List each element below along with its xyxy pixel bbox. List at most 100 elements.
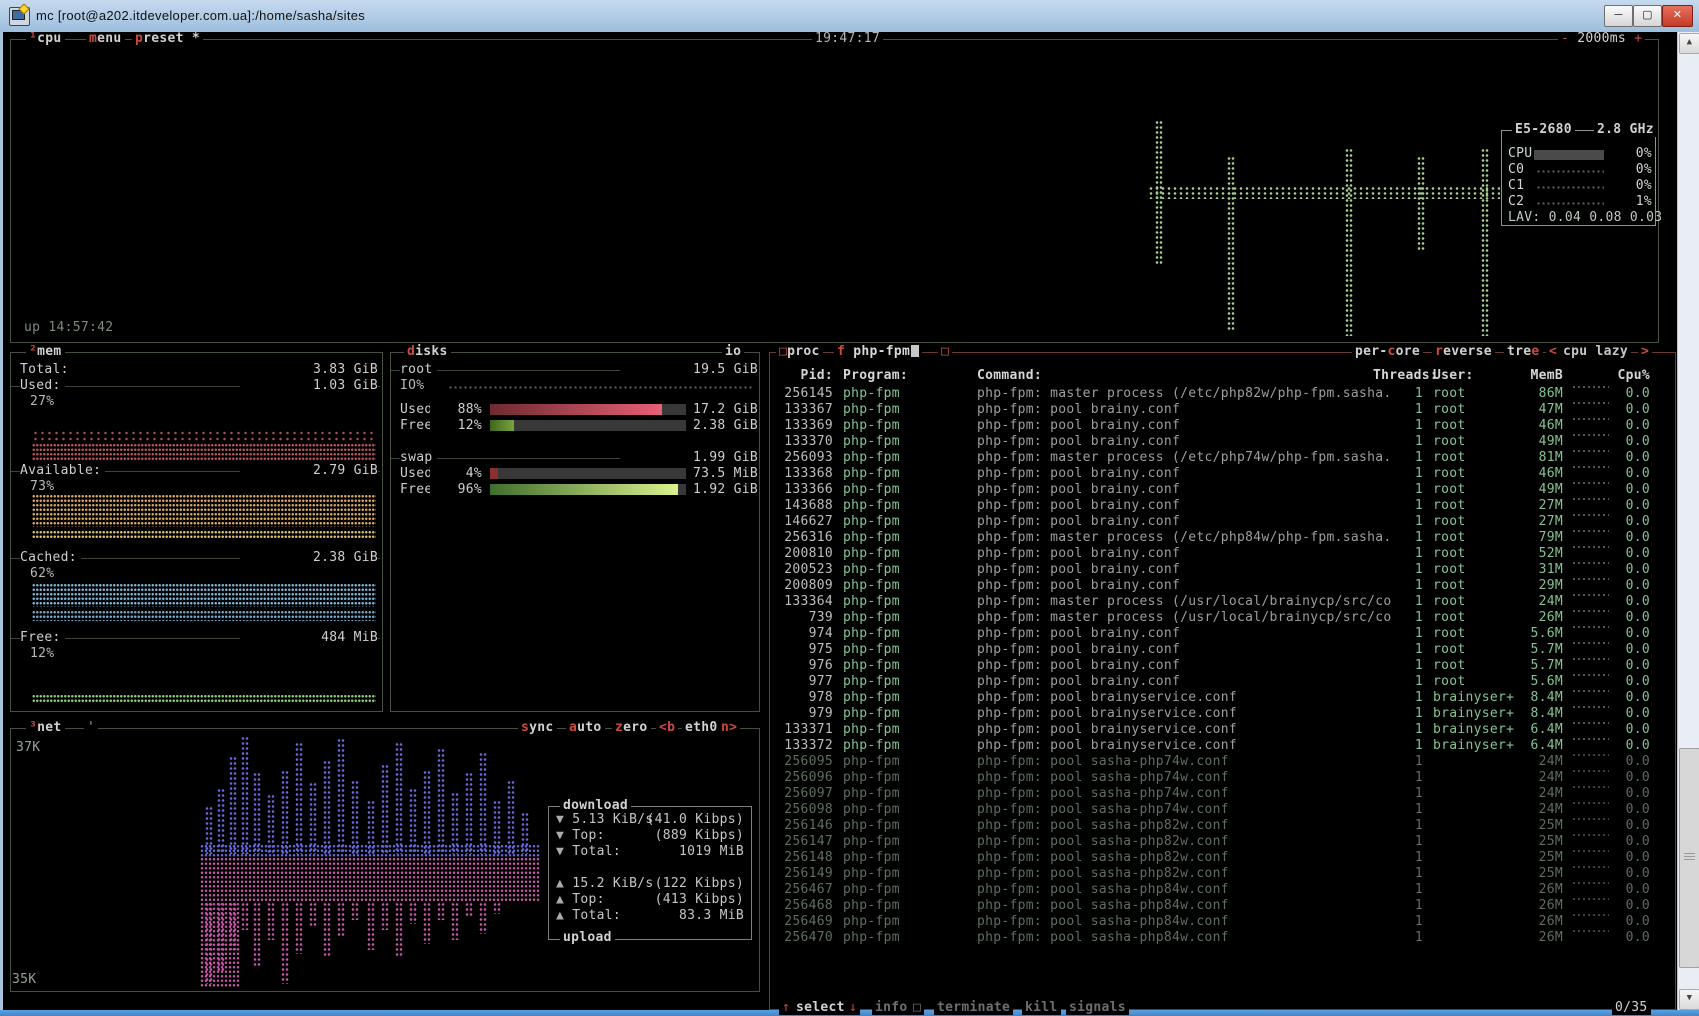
- process-row[interactable]: 133372php-fpmphp-fpm: pool brainyservice…: [781, 738, 1666, 754]
- proc-box-toggle[interactable]: □proc: [776, 345, 823, 359]
- cpu-mini-graph: [1573, 770, 1609, 772]
- process-row[interactable]: 256469php-fpmphp-fpm: pool sasha-php84w.…: [781, 914, 1666, 930]
- mem-cached-row: Cached:: [20, 550, 81, 566]
- process-row[interactable]: 200810php-fpmphp-fpm: pool brainy.conf1r…: [781, 546, 1666, 562]
- cell-cpu: 0.0: [1610, 674, 1650, 690]
- select-up-arrow[interactable]: ↑: [779, 1001, 793, 1015]
- scroll-down-button[interactable]: ▼: [1679, 989, 1699, 1010]
- process-row[interactable]: 256147php-fpmphp-fpm: pool sasha-php82w.…: [781, 834, 1666, 850]
- column-memb[interactable]: MemB: [1511, 368, 1563, 384]
- signals-button[interactable]: signals: [1066, 1001, 1129, 1015]
- reverse-toggle[interactable]: reverse: [1432, 345, 1495, 359]
- interval-minus-button[interactable]: -: [1561, 31, 1569, 46]
- process-row[interactable]: 256097php-fpmphp-fpm: pool sasha-php74w.…: [781, 786, 1666, 802]
- net-next-interface-button[interactable]: n>: [718, 721, 740, 735]
- tree-toggle[interactable]: tree: [1504, 345, 1543, 359]
- select-down-arrow[interactable]: ↓: [846, 1001, 860, 1015]
- auto-hotkey: a: [569, 720, 577, 735]
- cell-user: root: [1433, 498, 1466, 514]
- cell-memb: 25M: [1511, 850, 1563, 866]
- preset-button[interactable]: preset *: [132, 32, 203, 46]
- cpu-total-value: 0%: [1604, 146, 1652, 162]
- cpu-graph-column: [1481, 148, 1489, 336]
- process-row[interactable]: 256096php-fpmphp-fpm: pool sasha-php74w.…: [781, 770, 1666, 786]
- kill-button[interactable]: kill: [1022, 1001, 1061, 1015]
- disks-box-toggle[interactable]: disks: [404, 345, 451, 359]
- mem-box-toggle[interactable]: ²mem: [26, 345, 65, 359]
- filter-clear-button[interactable]: □: [938, 345, 952, 359]
- sort-mode[interactable]: cpu lazy: [1560, 345, 1631, 359]
- net-auto-toggle[interactable]: auto: [566, 721, 605, 735]
- maximize-button[interactable]: ▢: [1633, 5, 1662, 27]
- column-pid[interactable]: Pid:: [781, 368, 833, 384]
- process-row[interactable]: 256145php-fpmphp-fpm: master process (/e…: [781, 386, 1666, 402]
- text-cursor: [911, 345, 919, 357]
- process-row[interactable]: 133364php-fpmphp-fpm: master process (/u…: [781, 594, 1666, 610]
- terminate-button[interactable]: terminate: [934, 1001, 1013, 1015]
- cell-command: php-fpm: pool brainy.conf: [977, 402, 1180, 418]
- process-row[interactable]: 739php-fpmphp-fpm: master process (/usr/…: [781, 610, 1666, 626]
- process-row[interactable]: 133366php-fpmphp-fpm: pool brainy.conf1r…: [781, 482, 1666, 498]
- process-row[interactable]: 133371php-fpmphp-fpm: pool brainyservice…: [781, 722, 1666, 738]
- column-threads[interactable]: Threads:: [1373, 368, 1423, 384]
- process-row[interactable]: 978php-fpmphp-fpm: pool brainyservice.co…: [781, 690, 1666, 706]
- sort-prev-button[interactable]: <: [1546, 345, 1560, 359]
- process-row[interactable]: 256093php-fpmphp-fpm: master process (/e…: [781, 450, 1666, 466]
- disks-io-toggle[interactable]: io: [722, 345, 744, 359]
- process-row[interactable]: 146627php-fpmphp-fpm: pool brainy.conf1r…: [781, 514, 1666, 530]
- sort-next-button[interactable]: >: [1638, 345, 1652, 359]
- net-prev-interface-button[interactable]: <b: [656, 721, 678, 735]
- cell-program: php-fpm: [843, 834, 900, 850]
- process-row[interactable]: 133367php-fpmphp-fpm: pool brainy.conf1r…: [781, 402, 1666, 418]
- select-button[interactable]: select: [793, 1001, 848, 1015]
- cell-threads: 1: [1373, 770, 1423, 786]
- net-sync-toggle[interactable]: sync: [518, 721, 557, 735]
- scrollbar-thumb[interactable]: [1679, 748, 1699, 968]
- process-row[interactable]: 975php-fpmphp-fpm: pool brainy.conf1root…: [781, 642, 1666, 658]
- column-user[interactable]: User:: [1433, 368, 1474, 384]
- process-row[interactable]: 200809php-fpmphp-fpm: pool brainy.conf1r…: [781, 578, 1666, 594]
- process-row[interactable]: 256470php-fpmphp-fpm: pool sasha-php84w.…: [781, 930, 1666, 946]
- scroll-up-button[interactable]: ▲: [1679, 33, 1699, 54]
- process-row[interactable]: 256148php-fpmphp-fpm: pool sasha-php82w.…: [781, 850, 1666, 866]
- process-row[interactable]: 143688php-fpmphp-fpm: pool brainy.conf1r…: [781, 498, 1666, 514]
- net-box-toggle[interactable]: ³net: [26, 721, 65, 735]
- process-row[interactable]: 133370php-fpmphp-fpm: pool brainy.conf1r…: [781, 434, 1666, 450]
- process-row[interactable]: 200523php-fpmphp-fpm: pool brainy.conf1r…: [781, 562, 1666, 578]
- column-cpu[interactable]: Cpu%: [1610, 368, 1650, 384]
- info-button[interactable]: info: [872, 1001, 911, 1015]
- cpu-box-toggle[interactable]: ¹cpu: [26, 32, 65, 46]
- close-button[interactable]: ✕: [1662, 5, 1693, 27]
- process-row[interactable]: 256095php-fpmphp-fpm: pool sasha-php74w.…: [781, 754, 1666, 770]
- cell-threads: 1: [1373, 802, 1423, 818]
- mem-available-value: 2.79 GiB: [240, 463, 378, 479]
- cell-memb: 27M: [1511, 498, 1563, 514]
- cell-memb: 26M: [1511, 898, 1563, 914]
- process-row[interactable]: 133369php-fpmphp-fpm: pool brainy.conf1r…: [781, 418, 1666, 434]
- cell-user: root: [1433, 610, 1466, 626]
- process-row[interactable]: 976php-fpmphp-fpm: pool brainy.conf1root…: [781, 658, 1666, 674]
- interval-control[interactable]: - 2000ms +: [1558, 32, 1645, 46]
- titlebar[interactable]: mc [root@a202.itdeveloper.com.ua]:/home/…: [0, 0, 1699, 33]
- net-zero-toggle[interactable]: zero: [612, 721, 651, 735]
- process-row[interactable]: 133368php-fpmphp-fpm: pool brainy.conf1r…: [781, 466, 1666, 482]
- column-program[interactable]: Program:: [843, 368, 908, 384]
- process-row[interactable]: 256149php-fpmphp-fpm: pool sasha-php82w.…: [781, 866, 1666, 882]
- process-row[interactable]: 256146php-fpmphp-fpm: pool sasha-php82w.…: [781, 818, 1666, 834]
- process-row[interactable]: 256468php-fpmphp-fpm: pool sasha-php84w.…: [781, 898, 1666, 914]
- per-core-toggle[interactable]: per-core: [1352, 345, 1423, 359]
- proc-filter-input[interactable]: f php-fpm: [834, 345, 922, 359]
- process-row[interactable]: 977php-fpmphp-fpm: pool brainy.conf1root…: [781, 674, 1666, 690]
- terminal-scrollbar[interactable]: ▲ ▼: [1677, 32, 1699, 1010]
- column-command[interactable]: Command:: [977, 368, 1042, 384]
- process-row[interactable]: 979php-fpmphp-fpm: pool brainyservice.co…: [781, 706, 1666, 722]
- zero-label: ero: [623, 720, 647, 735]
- process-row[interactable]: 256316php-fpmphp-fpm: master process (/e…: [781, 530, 1666, 546]
- menu-button[interactable]: menu: [86, 32, 125, 46]
- process-row[interactable]: 256467php-fpmphp-fpm: pool sasha-php84w.…: [781, 882, 1666, 898]
- net-upload-graph-column: [451, 902, 459, 940]
- process-row[interactable]: 974php-fpmphp-fpm: pool brainy.conf1root…: [781, 626, 1666, 642]
- interval-plus-button[interactable]: +: [1634, 31, 1642, 46]
- minimize-button[interactable]: ─: [1604, 5, 1633, 27]
- process-row[interactable]: 256098php-fpmphp-fpm: pool sasha-php74w.…: [781, 802, 1666, 818]
